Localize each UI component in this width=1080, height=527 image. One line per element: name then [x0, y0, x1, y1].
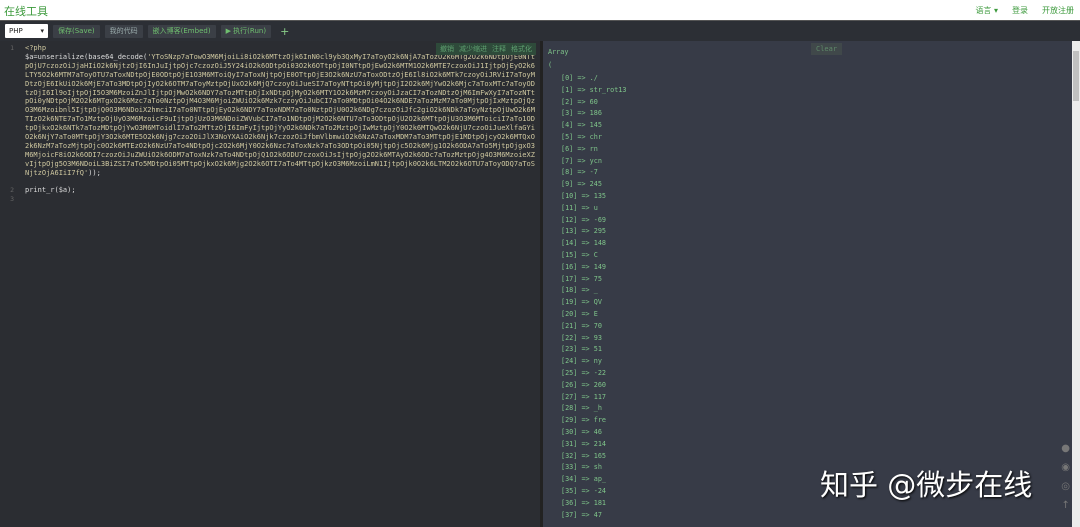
- output-item: [21] => 70: [561, 321, 602, 330]
- output-item: [32] => 165: [561, 451, 607, 460]
- output-item: [9] => 245: [561, 180, 602, 189]
- code-editor[interactable]: 1 2 3 <?php $a=unserialize(base64_decode(…: [0, 41, 540, 527]
- language-select[interactable]: PHP ▾: [5, 24, 48, 38]
- outdent-button[interactable]: 减少缩进: [459, 44, 487, 54]
- output-item: [35] => -24: [561, 487, 607, 495]
- code-suffix: ));: [88, 168, 101, 177]
- output-item: [15] => C: [561, 251, 598, 259]
- clear-button[interactable]: Clear: [811, 43, 843, 55]
- output-item: [34] => ap_: [561, 475, 607, 484]
- output-item: [29] => fre: [561, 416, 607, 425]
- output-item: [12] => -69: [561, 215, 607, 224]
- output-item: [18] => _: [561, 286, 598, 295]
- output-item: [25] => -22: [561, 369, 607, 377]
- output-item: [3] => 186: [561, 109, 602, 118]
- editor-tools: 撤销 减少缩进 注释 格式化: [436, 43, 536, 55]
- output-panel: Clear Array ( [0] => ./ [1] => str_rot13 […: [543, 41, 1080, 527]
- output-item: [13] => 295: [561, 227, 607, 236]
- chevron-down-icon: ▾: [40, 27, 44, 35]
- register-link[interactable]: 开放注册: [1042, 5, 1074, 16]
- line-gutter: 1 2 3: [0, 41, 20, 527]
- site-brand[interactable]: 在线工具: [4, 3, 48, 19]
- code-prefix: $a=unserialize(base64_decode(: [25, 52, 148, 61]
- undo-button[interactable]: 撤销: [440, 44, 454, 54]
- line-number: 2: [10, 186, 14, 194]
- weibo-icon[interactable]: ◎: [1061, 481, 1070, 492]
- output-item: [17] => 75: [561, 274, 602, 283]
- line-number: 1: [10, 44, 14, 52]
- login-link[interactable]: 登录: [1012, 5, 1028, 16]
- output-item: [23] => 51: [561, 345, 602, 354]
- output-item: [28] => _h: [561, 404, 602, 413]
- output-item: [27] => 117: [561, 392, 607, 401]
- output-item: [22] => 93: [561, 333, 602, 342]
- add-icon[interactable]: +: [276, 25, 293, 38]
- back-to-top-icon[interactable]: ↑: [1061, 500, 1069, 511]
- output-item: [30] => 46: [561, 428, 602, 436]
- output-item: [16] => 149: [561, 262, 607, 271]
- code-line-print: print_r($a);: [25, 186, 76, 195]
- output-item: [7] => ycn: [561, 156, 602, 165]
- base64-string: 'YToSNzp7aTowO3M6MjoiLi8iO2k6MTtzOjk6InN…: [25, 52, 535, 177]
- output-item: [36] => 181: [561, 498, 607, 507]
- output-item: [0] => ./: [561, 74, 598, 82]
- language-menu[interactable]: 语言 ▾: [975, 5, 998, 16]
- save-button[interactable]: 保存(Save): [53, 24, 100, 38]
- qq-icon[interactable]: ●: [1061, 443, 1070, 454]
- output-item: [19] => QV: [561, 298, 602, 307]
- output-item: [1] => str_rot13: [561, 85, 627, 94]
- output-item: [37] => 47: [561, 510, 602, 519]
- output-item: [6] => rn: [561, 144, 598, 153]
- output-item: [14] => 148: [561, 239, 607, 248]
- output-item: [5] => chr: [561, 133, 602, 141]
- toolbar: PHP ▾ 保存(Save) 我的代码 嵌入博客(Embed) ▶ 执行(Run)…: [0, 20, 1080, 41]
- comment-button[interactable]: 注释: [492, 44, 506, 54]
- embed-button[interactable]: 嵌入博客(Embed): [147, 24, 216, 38]
- scrollbar[interactable]: [1072, 41, 1080, 527]
- output-item: [31] => 214: [561, 439, 607, 448]
- output-item: [8] => -7: [561, 168, 598, 177]
- my-code-button[interactable]: 我的代码: [104, 24, 143, 38]
- output-item: [2] => 60: [561, 97, 598, 106]
- output-item: [24] => ny: [561, 357, 602, 366]
- top-bar: 在线工具 语言 ▾ 登录 开放注册: [0, 0, 1080, 20]
- side-icons: ● ◉ ◎ ↑: [1061, 443, 1070, 511]
- code-line-unserialize: $a=unserialize(base64_decode('YToSNzp7aT…: [25, 53, 536, 178]
- output-item: [4] => 145: [561, 121, 602, 130]
- wechat-icon[interactable]: ◉: [1061, 462, 1070, 473]
- top-nav: 语言 ▾ 登录 开放注册: [975, 5, 1074, 16]
- format-button[interactable]: 格式化: [511, 44, 532, 54]
- line-number: 3: [10, 195, 14, 203]
- output-header: Array: [548, 48, 569, 56]
- code-content[interactable]: <?php $a=unserialize(base64_decode('YToSN…: [25, 44, 536, 195]
- watermark: 知乎 @微步在线: [820, 468, 1033, 502]
- output-item: [33] => sh: [561, 463, 602, 472]
- output-item: [20] => E: [561, 310, 598, 318]
- output-item: [10] => 135: [561, 192, 607, 200]
- scrollbar-thumb[interactable]: [1073, 51, 1079, 101]
- output-open-paren: (: [548, 61, 553, 69]
- run-button[interactable]: ▶ 执行(Run): [220, 24, 272, 38]
- language-value: PHP: [9, 27, 23, 35]
- output-item: [26] => 260: [561, 380, 607, 389]
- output-item: [11] => u: [561, 203, 598, 212]
